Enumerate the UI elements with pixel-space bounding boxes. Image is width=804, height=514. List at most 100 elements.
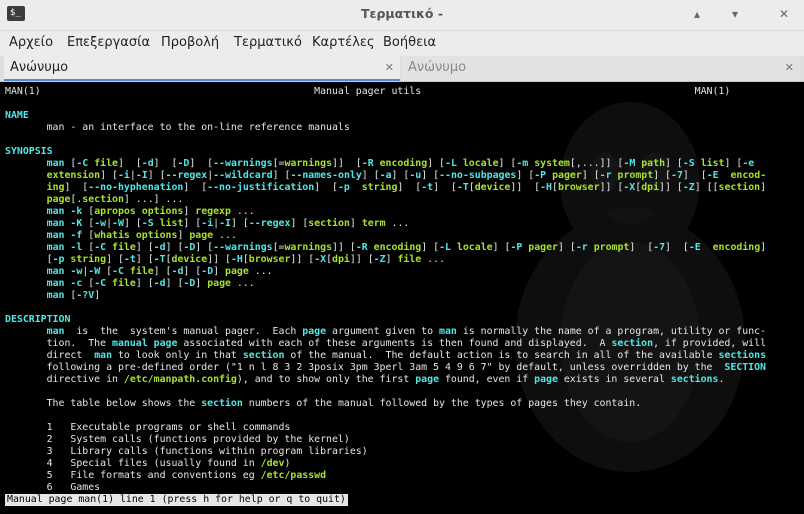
tab-2-close-icon[interactable]: ✕ xyxy=(785,56,794,80)
man-text-span: section xyxy=(201,398,243,409)
menu-terminal[interactable]: Τερματικό xyxy=(234,35,302,50)
close-window-icon[interactable]: ✕ xyxy=(775,5,793,23)
man-text-span: ]] [ xyxy=(510,182,541,193)
man-text-span: browser xyxy=(248,254,291,265)
minimize-icon[interactable]: ▴ xyxy=(688,5,706,23)
man-line: tion. The manual page associated with ea… xyxy=(5,338,766,350)
man-text-span: --regex xyxy=(165,170,208,181)
man-text-span: page xyxy=(207,278,231,289)
title-bar: $_ Τερματικό - ▴ ▾ ✕ xyxy=(0,0,804,31)
man-text-span: -d xyxy=(153,278,166,289)
man-text-span: ... xyxy=(230,278,255,289)
man-text-span: ] [ xyxy=(183,218,202,229)
man-text-span: ]] [ xyxy=(332,158,362,169)
man-text-span: device xyxy=(474,182,511,193)
man-text-span: -p xyxy=(52,254,65,265)
man-text-span: ] xyxy=(183,206,196,217)
man-text-span: ] [ xyxy=(106,254,124,265)
man-text-span: man xyxy=(46,242,65,253)
man-text-span: file xyxy=(129,266,154,277)
tab-1[interactable]: Ανώνυμο ✕ xyxy=(4,56,400,81)
man-line: man -w|-W [-C file] [-d] [-D] page ... xyxy=(5,266,273,278)
man-text-span: ] [ xyxy=(558,242,576,253)
man-text-span: -W xyxy=(112,218,124,229)
man-line: man -K [-w|-W] [-S list] [-i|-I] [--rege… xyxy=(5,218,410,230)
menu-view[interactable]: Προβολή xyxy=(161,35,219,50)
man-line: page[.section] ...] ... xyxy=(5,194,184,206)
menu-edit[interactable]: Επεξεργασία xyxy=(67,35,150,50)
man-text-span: SECTION xyxy=(724,362,767,373)
man-text-span: -a xyxy=(379,170,392,181)
man-text-span: ] [ xyxy=(653,170,672,181)
man-text-span: 6 Games xyxy=(5,482,101,493)
man-text-span: path xyxy=(641,158,666,169)
man-text-span: page xyxy=(225,266,249,277)
man-text-span: is normally the name of a program, utili… xyxy=(456,326,767,337)
man-text-span: -D xyxy=(183,278,196,289)
man-text-span: [ xyxy=(82,218,95,229)
man-text-span: ] xyxy=(195,278,208,289)
man-text-span: ] [ xyxy=(189,158,214,169)
man-text-span: dpi xyxy=(332,254,350,265)
man-text-span: ] xyxy=(385,254,398,265)
man-text-span: ] [ xyxy=(421,170,440,181)
man-line: man -c [-C file] [-d] [-D] page ... xyxy=(5,278,255,290)
man-text-span: -i xyxy=(117,170,130,181)
man-text-span: tion. The xyxy=(5,338,113,349)
man-text-span: 5 File formats and conventions eg xyxy=(5,470,261,481)
man-line: 1 Executable programs or shell commands xyxy=(5,422,291,434)
man-text-span: ] [ xyxy=(165,242,184,253)
maximize-icon[interactable]: ▾ xyxy=(726,5,744,23)
man-text-span: -Z xyxy=(682,182,695,193)
man-text-span: ... xyxy=(385,218,410,229)
man-text-span xyxy=(5,230,47,241)
man-text-span: [= xyxy=(272,158,285,169)
man-line: following a pre-defined order ("1 n l 8 … xyxy=(5,362,766,374)
man-text-span: -M xyxy=(623,158,636,169)
man-text-span: encoding xyxy=(373,242,422,253)
man-text-span: ] [ xyxy=(153,158,178,169)
man-line: directive in /etc/manpath.config), and t… xyxy=(5,374,725,386)
man-text-span: encod- xyxy=(730,170,767,181)
menu-tabs[interactable]: Καρτέλες xyxy=(312,35,375,50)
man-text-span: man xyxy=(94,350,113,361)
man-text-span: ] [ xyxy=(665,242,689,253)
tab-1-label: Ανώνυμο xyxy=(10,60,69,75)
man-text-span: file xyxy=(397,254,422,265)
tab-2[interactable]: Ανώνυμο ✕ xyxy=(402,56,800,81)
man-text-span: page xyxy=(189,230,214,241)
man-text-span: ] [ xyxy=(361,170,380,181)
tab-1-close-icon[interactable]: ✕ xyxy=(385,56,394,80)
man-text-span: --names-only xyxy=(290,170,362,181)
man-text-span: directive in xyxy=(5,374,124,385)
man-text-span: ] [ xyxy=(135,278,154,289)
man-text-span: prompt xyxy=(617,170,654,181)
man-line: 4 Special files (usually found in /dev) xyxy=(5,458,291,470)
man-line: 2 System calls (functions provided by th… xyxy=(5,434,350,446)
man-text-span: 1 Executable programs or shell commands xyxy=(5,422,291,433)
man-text-span: encoding xyxy=(379,158,428,169)
man-text-span: -7 xyxy=(653,242,666,253)
man-text-span: ] [[ xyxy=(694,182,719,193)
man-text-span: -R xyxy=(361,158,374,169)
man-text-span: -w xyxy=(70,266,83,277)
man-text-span: following a pre-defined order ("1 n l 8 … xyxy=(5,362,725,373)
man-text-span: file xyxy=(94,158,118,169)
man-text-span: ] [ xyxy=(581,170,600,181)
man-text-span: -I xyxy=(135,170,148,181)
terminal-output[interactable]: MAN(1) Manual pager utils MAN(1) NAME man… xyxy=(0,82,804,514)
menu-file[interactable]: Αρχείο xyxy=(9,35,53,50)
man-text-span: -D xyxy=(177,158,190,169)
man-text-span: apropos options xyxy=(94,206,184,217)
man-text-span: -D xyxy=(201,266,214,277)
man-text-span: -r xyxy=(575,242,588,253)
man-text-span: encoding xyxy=(712,242,761,253)
man-text-span: ] [ xyxy=(433,182,457,193)
man-text-span xyxy=(350,182,362,193)
man-text-span xyxy=(5,194,47,205)
man-text-span: ] [ xyxy=(391,170,410,181)
man-text-span: [ xyxy=(82,242,95,253)
man-text-span: ] [ xyxy=(421,242,440,253)
menu-help[interactable]: Βοήθεια xyxy=(383,35,436,50)
man-text-span: -m xyxy=(516,158,529,169)
